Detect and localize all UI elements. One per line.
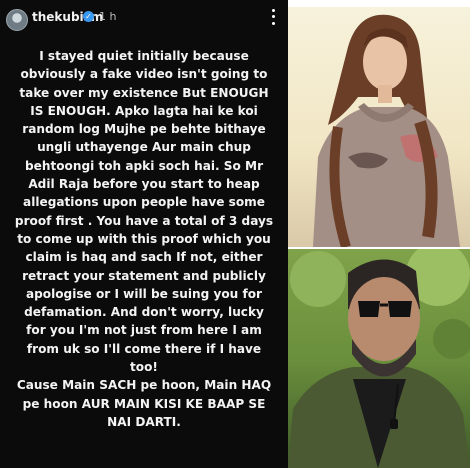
more-options-icon[interactable] [268,7,278,27]
profile-avatar[interactable] [6,9,28,31]
man-portrait-photo [288,249,470,468]
verified-badge-icon: ✓ [83,11,94,22]
story-statement-text: I stayed quiet initially because obvious… [14,49,274,429]
woman-portrait-photo [288,7,470,247]
story-header: thekubism ✓ 1 h [0,0,288,36]
post-time: 1 h [99,10,117,23]
story-panel: thekubism ✓ 1 h I stayed quiet initially… [0,0,288,468]
